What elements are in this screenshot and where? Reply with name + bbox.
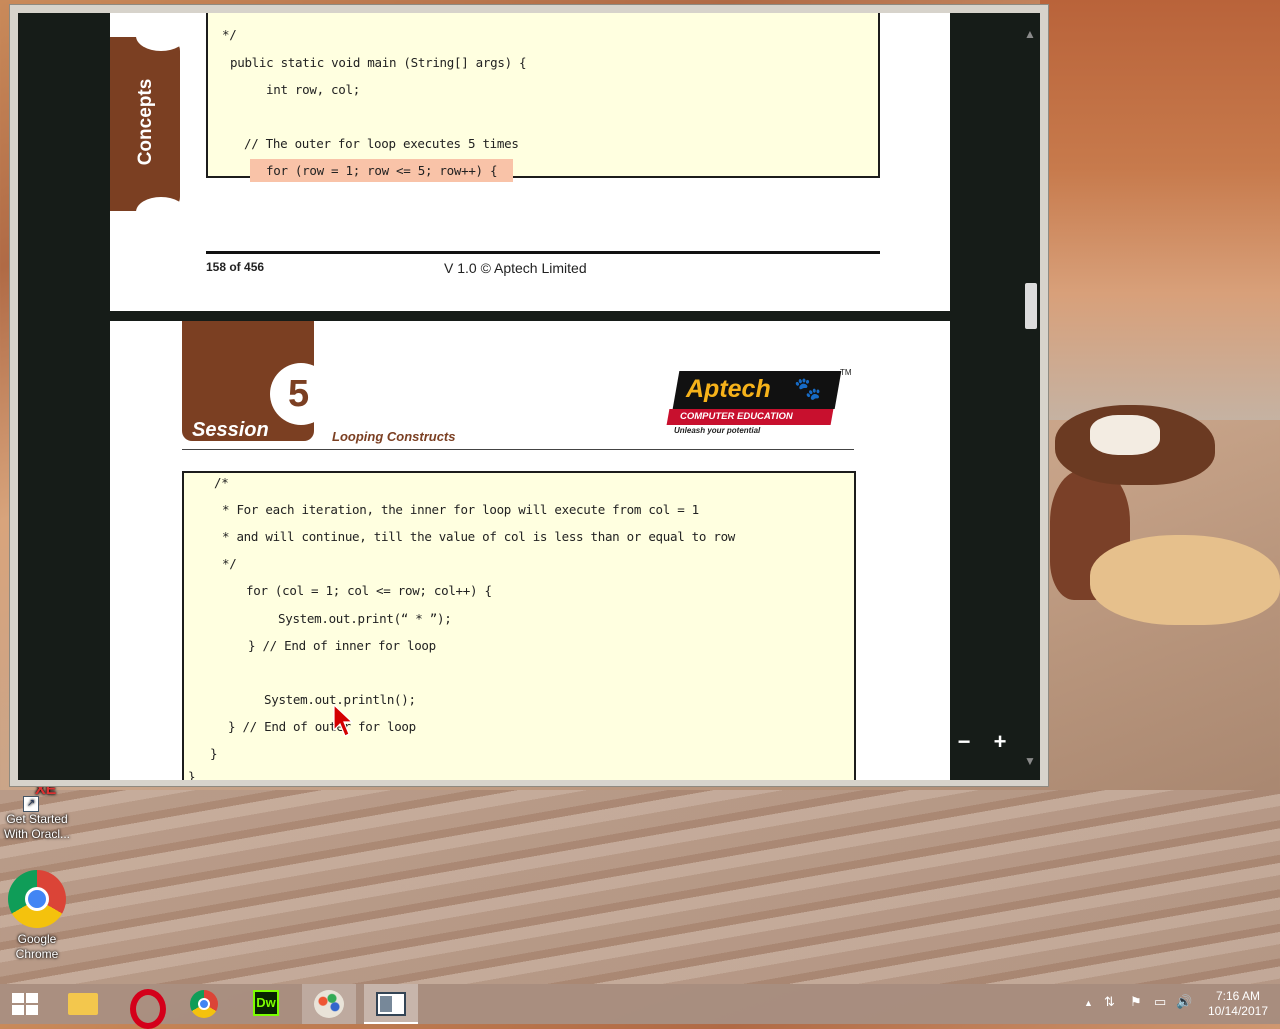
scroll-thumb[interactable] — [1025, 283, 1037, 329]
code-line-highlighted: for (row = 1; row <= 5; row++) { — [250, 159, 514, 182]
desktop-icon-label: Get Started — [6, 812, 68, 826]
code-line: * and will continue, till the value of c… — [222, 529, 736, 544]
session-badge: 5 Session — [182, 321, 332, 441]
session-number: 5 — [288, 373, 310, 415]
chrome-icon — [8, 870, 66, 928]
vertical-scrollbar[interactable]: ▲ ▼ — [1020, 13, 1040, 780]
document-viewer-window[interactable]: Concepts */ public static void main (Str… — [9, 4, 1049, 787]
desktop-icon-label: Chrome — [15, 947, 59, 961]
code-line: public static void main (String[] args) … — [230, 55, 527, 70]
dreamweaver-icon: Dw — [253, 990, 279, 1016]
folder-icon — [68, 993, 98, 1015]
page-number: 158 of 456 — [206, 260, 265, 274]
code-line: } // End of outer for loop — [228, 719, 416, 734]
aptech-logo: Aptech 🐾 TM COMPUTER EDUCATION Unleash y… — [666, 368, 852, 435]
taskbar-dreamweaver[interactable]: Dw — [240, 984, 294, 1024]
shortcut-arrow-icon: ↗ — [23, 796, 39, 812]
clock-time: 7:16 AM — [1215, 989, 1260, 1003]
clock-date: 10/14/2017 — [1207, 1004, 1268, 1018]
code-line: } — [188, 769, 196, 780]
code-line: } — [210, 746, 218, 761]
code-line: */ — [222, 556, 237, 571]
start-button[interactable] — [0, 984, 54, 1024]
taskbar-paint[interactable] — [302, 984, 356, 1024]
code-line: // The outer for loop executes 5 times — [244, 136, 519, 151]
code-line: int row, col; — [266, 82, 360, 97]
scroll-down-icon[interactable]: ▼ — [1023, 754, 1037, 768]
desktop-icon-label: With Oracl... — [3, 827, 70, 841]
network-sync-icon[interactable]: ⇅ — [1104, 994, 1115, 1010]
side-tab-label: Concepts — [135, 78, 156, 166]
taskbar-document-viewer[interactable] — [364, 984, 418, 1024]
footer-divider — [206, 251, 880, 254]
windows-logo-icon — [12, 993, 38, 1015]
desktop-wallpaper-hill — [0, 790, 1280, 984]
wallpaper-horse-pinto-patch — [1090, 415, 1160, 455]
header-divider — [182, 449, 854, 450]
show-hidden-icons-icon[interactable]: ▲ — [1084, 998, 1093, 1008]
document-page: Concepts */ public static void main (Str… — [110, 13, 950, 311]
desktop-wallpaper-rock — [1040, 0, 1280, 420]
code-listing: /* * For each iteration, the inner for l… — [182, 471, 856, 780]
session-title: Looping Constructs — [332, 429, 456, 444]
logo-bar-text: COMPUTER EDUCATION — [680, 411, 793, 422]
paint-palette-icon — [314, 990, 344, 1018]
viewer-canvas[interactable]: Concepts */ public static void main (Str… — [18, 13, 1040, 780]
chrome-icon — [190, 990, 218, 1018]
logo-tagline: Unleash your potential — [674, 426, 761, 435]
code-line: System.out.print(“ * ”); — [278, 611, 452, 626]
wallpaper-horse-palomino — [1090, 535, 1280, 625]
paw-icon: 🐾 — [794, 376, 822, 401]
taskbar-chrome[interactable] — [178, 984, 232, 1024]
desktop-icon-label: Google — [17, 932, 57, 946]
taskbar-file-explorer[interactable] — [54, 984, 108, 1024]
code-line: } // End of inner for loop — [248, 638, 436, 653]
code-line: * For each iteration, the inner for loop… — [222, 502, 699, 517]
copyright-text: V 1.0 © Aptech Limited — [444, 260, 587, 276]
document-viewer-icon — [376, 992, 406, 1016]
action-center-flag-icon[interactable]: ⚑ — [1130, 994, 1142, 1010]
oracle-shortcut-icon: XE ↗ — [23, 782, 56, 812]
opera-icon — [130, 989, 166, 1029]
concepts-side-tab: Concepts — [110, 21, 186, 227]
network-monitor-icon[interactable]: ▭ — [1154, 994, 1166, 1010]
zoom-in-button[interactable]: + — [988, 731, 1012, 755]
system-clock[interactable]: 7:16 AM 10/14/2017 — [1208, 989, 1268, 1019]
code-line: */ — [222, 27, 237, 42]
mouse-cursor-icon — [333, 704, 353, 737]
code-line: /* — [214, 475, 229, 490]
desktop-icon-chrome[interactable]: Google Chrome — [0, 870, 74, 962]
document-page: 5 Session Looping Constructs Aptech 🐾 TM… — [110, 321, 950, 780]
zoom-out-button[interactable]: − — [952, 731, 976, 755]
taskbar: Dw ▲ ⇅ ⚑ ▭ 🔊 7:16 AM 10/14/2017 — [0, 984, 1280, 1029]
logo-brand: Aptech — [686, 375, 771, 403]
taskbar-opera[interactable] — [116, 984, 170, 1029]
code-line: for (col = 1; col <= row; col++) { — [246, 583, 492, 598]
code-listing: */ public static void main (String[] arg… — [206, 13, 880, 182]
scroll-up-icon[interactable]: ▲ — [1023, 27, 1037, 41]
volume-icon[interactable]: 🔊 — [1176, 994, 1192, 1010]
logo-trademark: TM — [840, 368, 852, 377]
desktop-icon-oracle[interactable]: XE ↗ Get Started With Oracl... — [0, 782, 74, 842]
session-label: Session — [192, 419, 269, 441]
